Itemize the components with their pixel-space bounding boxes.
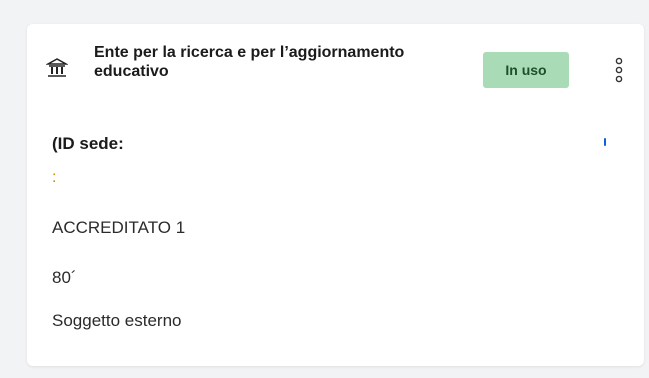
structure-card: Ente per la ricerca e per l’aggiornament… [27, 24, 644, 366]
more-options-button[interactable] [610, 52, 628, 88]
id-value: : [52, 169, 57, 186]
status-badge: In uso [483, 52, 569, 88]
card-header: Ente per la ricerca e per l’aggiornament… [27, 24, 644, 114]
institution-icon [45, 57, 69, 79]
blue-indicator [604, 138, 606, 146]
code-text: 80´ [52, 268, 77, 287]
id-label: (ID sede: [52, 134, 124, 153]
accreditation-text: ACCREDITATO 1 [52, 218, 186, 237]
subject-type-text: Soggetto esterno [52, 311, 182, 330]
card-title: Ente per la ricerca e per l’aggiornament… [94, 44, 405, 80]
more-vertical-icon [610, 57, 628, 92]
